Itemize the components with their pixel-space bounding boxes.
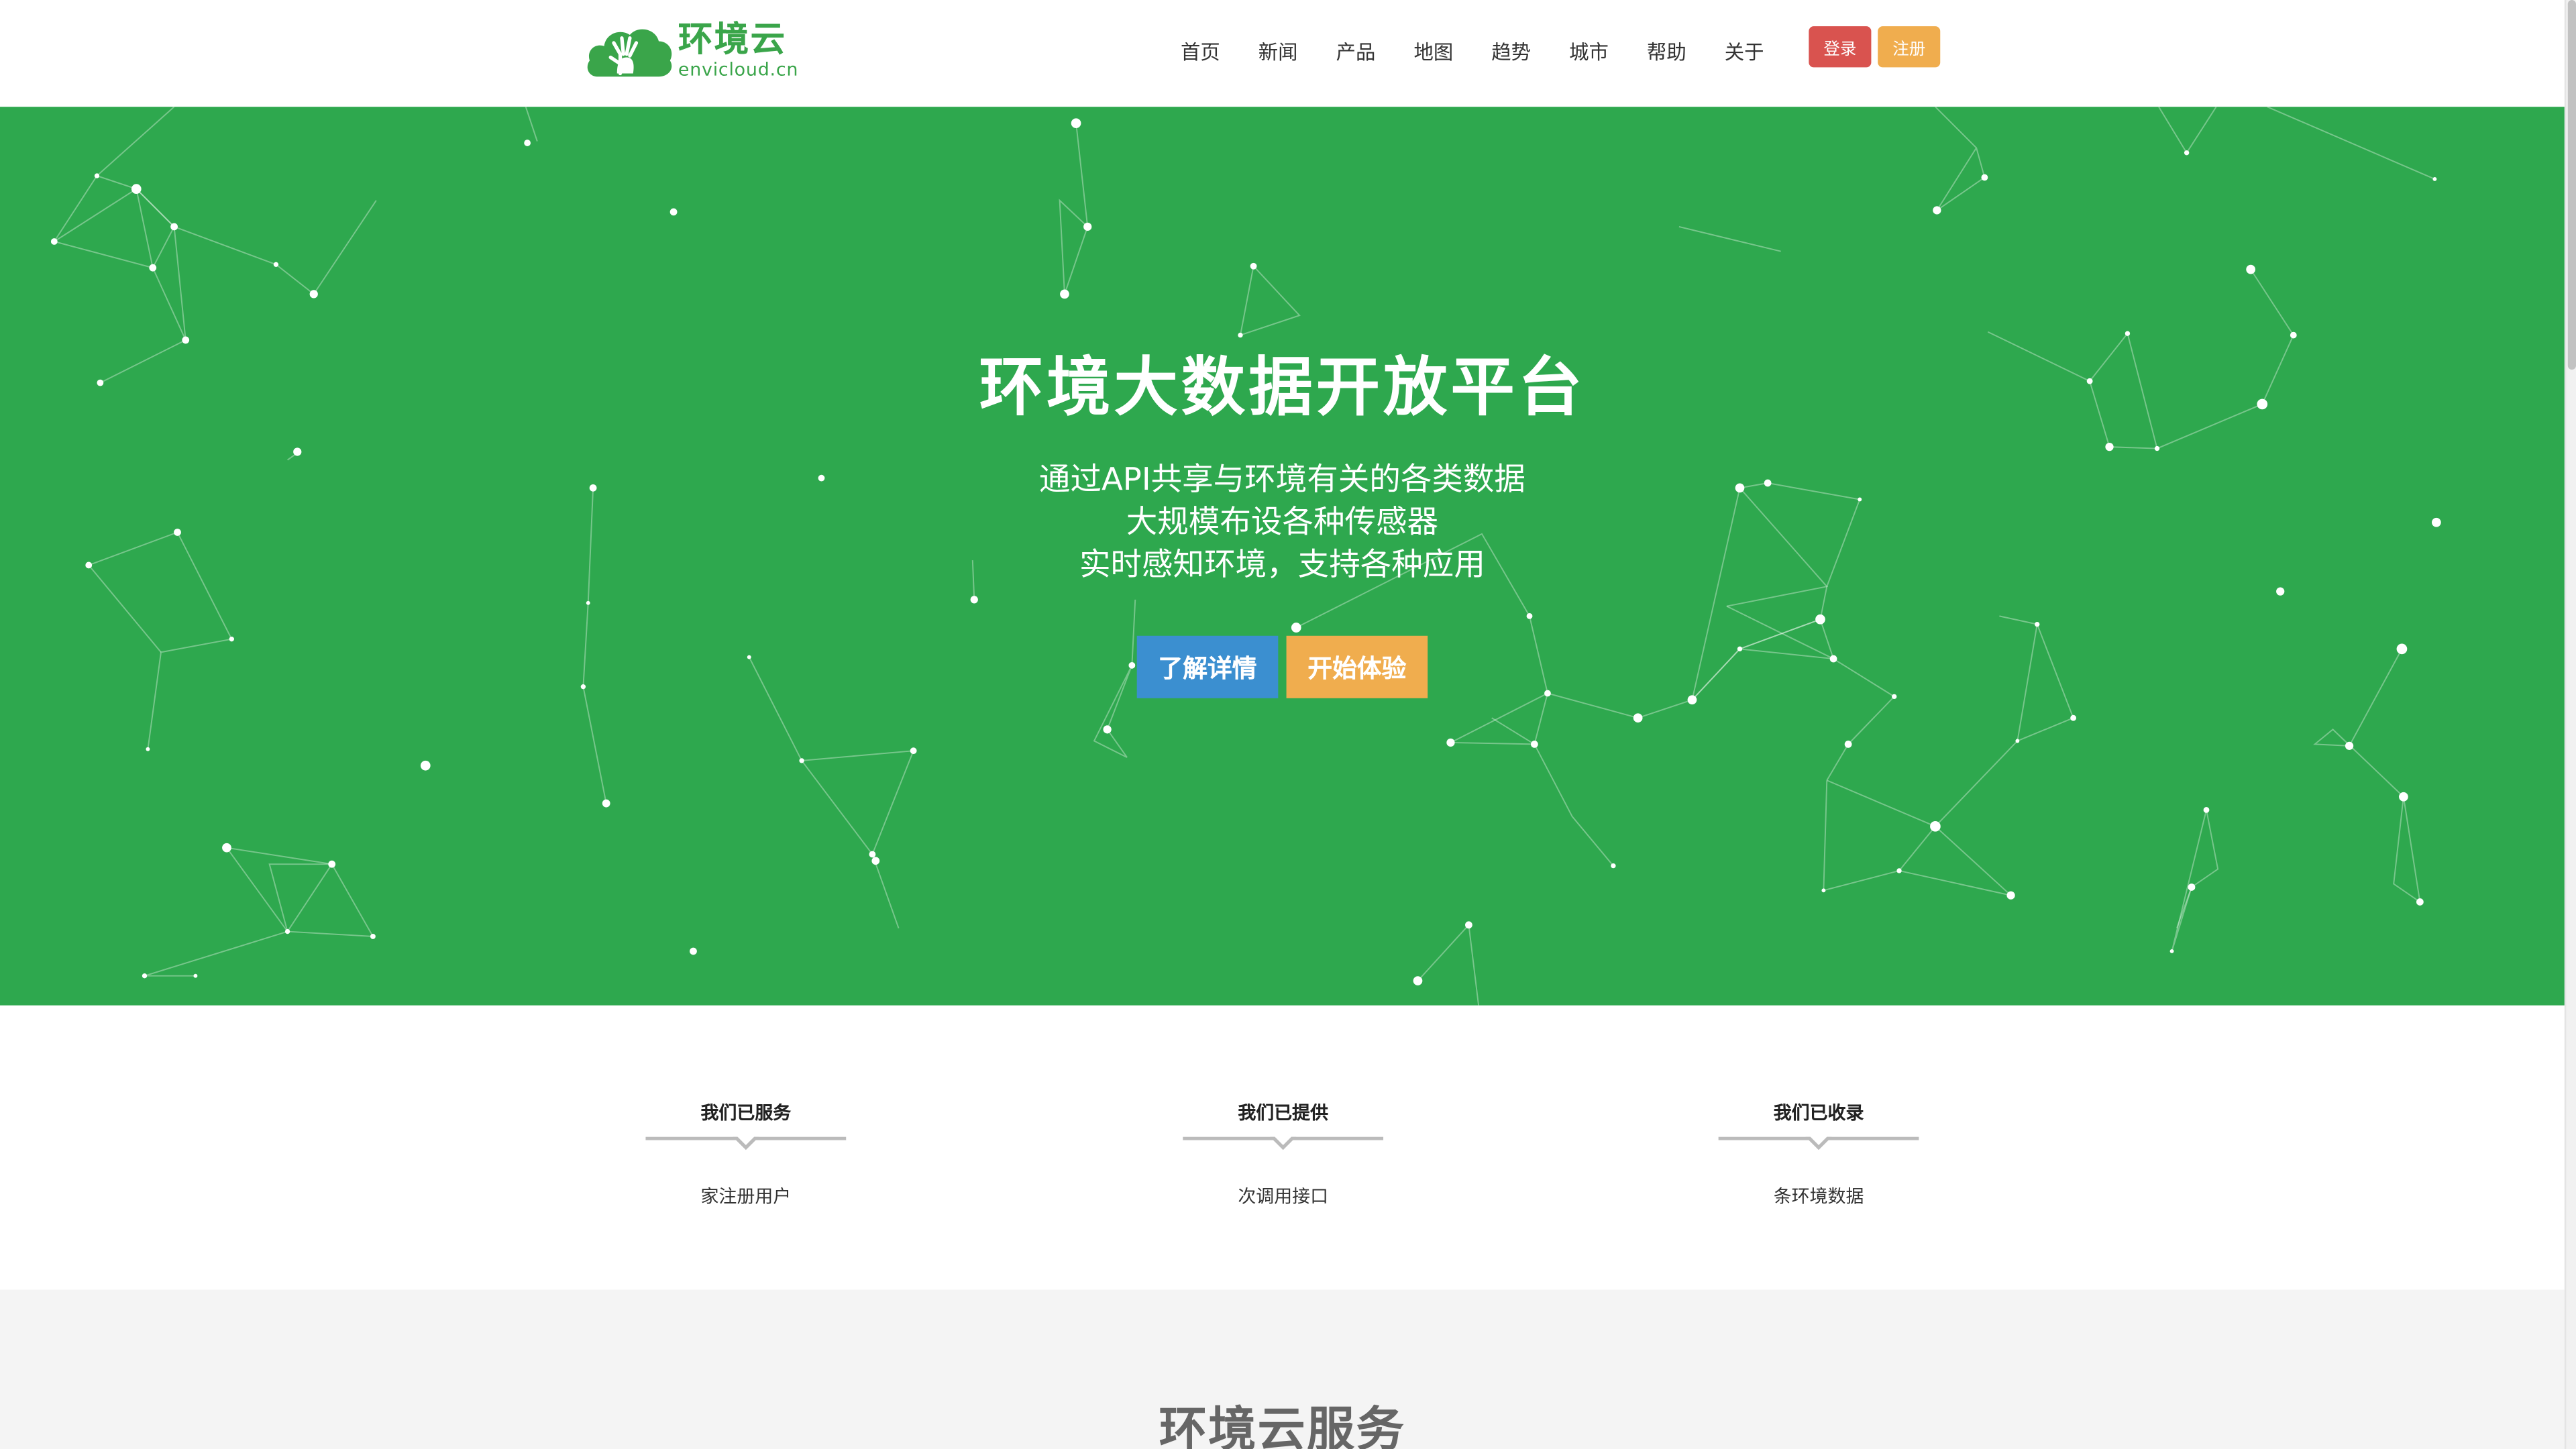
scrollbar-thumb[interactable] <box>2567 0 2576 370</box>
stat-api-calls: 我们已提供 次调用接口 <box>1183 1101 1384 1210</box>
stat-label: 家注册用户 <box>700 1186 792 1208</box>
hero-line-1: 通过API共享与环境有关的各类数据 <box>1038 462 1525 498</box>
learn-more-button[interactable]: 了解详情 <box>1136 635 1279 698</box>
logo-text: 环境云 envicloud.cn <box>678 19 799 81</box>
hero-actions: 了解详情 开始体验 <box>1136 635 1428 698</box>
hero-line-2: 大规模布设各种传感器 <box>1126 504 1439 541</box>
main-nav: 首页 新闻 产品 地图 趋势 城市 帮助 关于 <box>1161 36 1783 69</box>
stats-section: 我们已服务 家注册用户 我们已提供 次调用接口 我们已收录 条环境数据 <box>0 1005 2565 1290</box>
stat-title: 我们已收录 <box>1773 1102 1864 1124</box>
services-section: 环境云服务 <box>0 1289 2565 1449</box>
stat-divider <box>1718 1134 1919 1157</box>
site-logo[interactable]: 环境云 envicloud.cn <box>585 18 798 84</box>
nav-item-trends[interactable]: 趋势 <box>1472 36 1550 69</box>
login-button[interactable]: 登录 <box>1809 26 1872 68</box>
stat-divider <box>645 1134 847 1157</box>
hero-title: 环境大数据开放平台 <box>979 352 1586 426</box>
cloud-hand-logo-icon <box>587 29 672 77</box>
start-trial-button[interactable]: 开始体验 <box>1286 635 1428 698</box>
nav-item-cities[interactable]: 城市 <box>1550 36 1628 69</box>
stat-title: 我们已提供 <box>1238 1102 1329 1124</box>
nav-item-help[interactable]: 帮助 <box>1627 36 1705 69</box>
stat-label: 次调用接口 <box>1238 1186 1329 1208</box>
page-scrollbar[interactable] <box>2564 0 2576 1449</box>
logo-chinese-name: 环境云 <box>678 19 787 60</box>
hero-description: 通过API共享与环境有关的各类数据 大规模布设各种传感器 实时感知环境，支持各种… <box>0 458 2565 586</box>
hero-banner: 环境大数据开放平台 通过API共享与环境有关的各类数据 大规模布设各种传感器 实… <box>0 107 2565 1006</box>
nav-item-home[interactable]: 首页 <box>1161 36 1239 69</box>
top-header: 环境云 envicloud.cn 首页 新闻 产品 地图 趋势 城市 帮助 关于… <box>0 0 2565 107</box>
stat-divider <box>1183 1134 1384 1157</box>
stat-label: 条环境数据 <box>1773 1186 1864 1208</box>
nav-item-map[interactable]: 地图 <box>1395 36 1472 69</box>
logo-domain: envicloud.cn <box>678 59 799 81</box>
nav-item-news[interactable]: 新闻 <box>1239 36 1317 69</box>
register-button[interactable]: 注册 <box>1878 26 1941 68</box>
hero-line-3: 实时感知环境，支持各种应用 <box>1079 547 1485 584</box>
nav-item-about[interactable]: 关于 <box>1705 36 1783 69</box>
services-title: 环境云服务 <box>1159 1401 1406 1449</box>
stat-title: 我们已服务 <box>700 1102 792 1124</box>
page: 环境云 envicloud.cn 首页 新闻 产品 地图 趋势 城市 帮助 关于… <box>0 0 2576 1449</box>
stat-users: 我们已服务 家注册用户 <box>645 1101 847 1210</box>
stat-records: 我们已收录 条环境数据 <box>1718 1101 1919 1210</box>
nav-item-products[interactable]: 产品 <box>1317 36 1395 69</box>
